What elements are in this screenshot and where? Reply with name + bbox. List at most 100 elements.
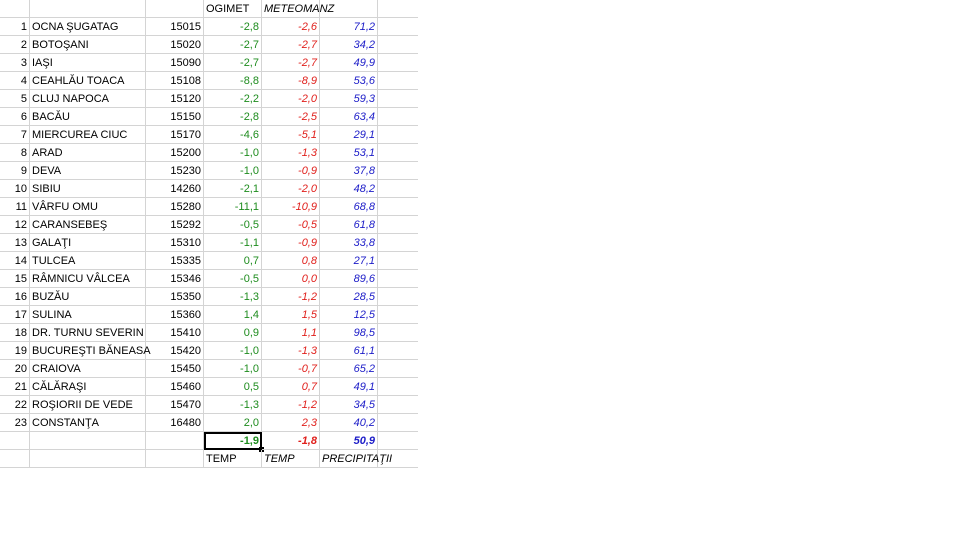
precipitation-cell[interactable]: 53,1 <box>320 144 378 162</box>
meteomanz-temp-cell[interactable]: -2,5 <box>262 108 320 126</box>
cell-empty[interactable] <box>378 342 418 360</box>
ogimet-temp-cell[interactable]: -2,8 <box>204 18 262 36</box>
cell-empty[interactable] <box>0 0 30 18</box>
precipitation-cell[interactable]: 12,5 <box>320 306 378 324</box>
station-code-cell[interactable]: 15280 <box>146 198 204 216</box>
cell-empty[interactable] <box>378 324 418 342</box>
station-number-cell[interactable]: 10 <box>0 180 30 198</box>
station-number-cell[interactable]: 9 <box>0 162 30 180</box>
cell-empty[interactable] <box>378 432 418 450</box>
ogimet-temp-cell[interactable]: -1,1 <box>204 234 262 252</box>
ogimet-temp-cell[interactable]: 0,9 <box>204 324 262 342</box>
station-number-cell[interactable]: 19 <box>0 342 30 360</box>
summary-ogimet-cell[interactable]: -1,9 <box>204 432 264 452</box>
station-code-cell[interactable]: 14260 <box>146 180 204 198</box>
ogimet-temp-cell[interactable]: -1,0 <box>204 144 262 162</box>
footer-meteomanz-label[interactable]: TEMP <box>262 450 320 468</box>
cell-empty[interactable] <box>378 270 418 288</box>
station-number-cell[interactable]: 18 <box>0 324 30 342</box>
meteomanz-temp-cell[interactable]: -1,2 <box>262 288 320 306</box>
cell-empty[interactable] <box>378 90 418 108</box>
meteomanz-temp-cell[interactable]: -8,9 <box>262 72 320 90</box>
ogimet-temp-cell[interactable]: -1,3 <box>204 396 262 414</box>
meteomanz-temp-cell[interactable]: 2,3 <box>262 414 320 432</box>
station-code-cell[interactable]: 15108 <box>146 72 204 90</box>
station-code-cell[interactable]: 15450 <box>146 360 204 378</box>
station-number-cell[interactable]: 7 <box>0 126 30 144</box>
station-number-cell[interactable]: 3 <box>0 54 30 72</box>
station-code-cell[interactable]: 15360 <box>146 306 204 324</box>
cell-empty[interactable] <box>378 180 418 198</box>
precipitation-cell[interactable]: 48,2 <box>320 180 378 198</box>
cell-empty[interactable] <box>378 108 418 126</box>
meteomanz-temp-cell[interactable]: -10,9 <box>262 198 320 216</box>
station-code-cell[interactable]: 15015 <box>146 18 204 36</box>
ogimet-temp-cell[interactable]: -2,8 <box>204 108 262 126</box>
meteomanz-temp-cell[interactable]: -0,9 <box>262 234 320 252</box>
station-name-cell[interactable]: GALAŢI <box>30 234 146 252</box>
cell-empty[interactable] <box>378 0 418 18</box>
cell-empty[interactable] <box>30 432 146 450</box>
cell-empty[interactable] <box>320 0 378 18</box>
meteomanz-temp-cell[interactable]: -2,0 <box>262 180 320 198</box>
ogimet-temp-cell[interactable]: -1,0 <box>204 162 262 180</box>
station-code-cell[interactable]: 15230 <box>146 162 204 180</box>
meteomanz-temp-cell[interactable]: -0,7 <box>262 360 320 378</box>
station-code-cell[interactable]: 15090 <box>146 54 204 72</box>
ogimet-temp-cell[interactable]: -0,5 <box>204 216 262 234</box>
ogimet-temp-cell[interactable]: -4,6 <box>204 126 262 144</box>
meteomanz-temp-cell[interactable]: 0,8 <box>262 252 320 270</box>
station-name-cell[interactable]: BOTOŞANI <box>30 36 146 54</box>
station-number-cell[interactable]: 1 <box>0 18 30 36</box>
station-name-cell[interactable]: OCNA ŞUGATAG <box>30 18 146 36</box>
precipitation-cell[interactable]: 27,1 <box>320 252 378 270</box>
cell-empty[interactable] <box>378 252 418 270</box>
precipitation-cell[interactable]: 40,2 <box>320 414 378 432</box>
precipitation-cell[interactable]: 71,2 <box>320 18 378 36</box>
station-name-cell[interactable]: SIBIU <box>30 180 146 198</box>
station-code-cell[interactable]: 15346 <box>146 270 204 288</box>
station-number-cell[interactable]: 16 <box>0 288 30 306</box>
station-code-cell[interactable]: 15292 <box>146 216 204 234</box>
station-name-cell[interactable]: VÂRFU OMU <box>30 198 146 216</box>
ogimet-temp-cell[interactable]: -2,2 <box>204 90 262 108</box>
station-name-cell[interactable]: ARAD <box>30 144 146 162</box>
footer-ogimet-label[interactable]: TEMP <box>204 450 262 468</box>
station-name-cell[interactable]: CRAIOVA <box>30 360 146 378</box>
station-number-cell[interactable]: 5 <box>0 90 30 108</box>
station-name-cell[interactable]: SULINA <box>30 306 146 324</box>
station-name-cell[interactable]: BACĂU <box>30 108 146 126</box>
precipitation-cell[interactable]: 49,1 <box>320 378 378 396</box>
station-number-cell[interactable]: 11 <box>0 198 30 216</box>
station-name-cell[interactable]: CĂLĂRAŞI <box>30 378 146 396</box>
cell-empty[interactable] <box>378 360 418 378</box>
precipitation-cell[interactable]: 37,8 <box>320 162 378 180</box>
station-code-cell[interactable]: 15170 <box>146 126 204 144</box>
meteomanz-temp-cell[interactable]: 0,0 <box>262 270 320 288</box>
meteomanz-temp-cell[interactable]: -1,3 <box>262 144 320 162</box>
station-number-cell[interactable]: 15 <box>0 270 30 288</box>
precipitation-cell[interactable]: 61,1 <box>320 342 378 360</box>
station-code-cell[interactable]: 15420 <box>146 342 204 360</box>
ogimet-temp-cell[interactable]: 0,5 <box>204 378 262 396</box>
cell-empty[interactable] <box>146 450 204 468</box>
station-name-cell[interactable]: DR. TURNU SEVERIN <box>30 324 146 342</box>
summary-meteomanz-cell[interactable]: -1,8 <box>262 432 320 450</box>
ogimet-temp-cell[interactable]: -1,0 <box>204 342 262 360</box>
cell-empty[interactable] <box>378 54 418 72</box>
cell-empty[interactable] <box>378 162 418 180</box>
station-code-cell[interactable]: 15310 <box>146 234 204 252</box>
cell-empty[interactable] <box>146 0 204 18</box>
station-number-cell[interactable]: 8 <box>0 144 30 162</box>
station-code-cell[interactable]: 15460 <box>146 378 204 396</box>
cell-empty[interactable] <box>0 432 30 450</box>
station-name-cell[interactable]: MIERCUREA CIUC <box>30 126 146 144</box>
meteomanz-temp-cell[interactable]: -2,7 <box>262 54 320 72</box>
meteomanz-temp-cell[interactable]: -1,2 <box>262 396 320 414</box>
ogimet-temp-cell[interactable]: 1,4 <box>204 306 262 324</box>
ogimet-temp-cell[interactable]: -0,5 <box>204 270 262 288</box>
station-number-cell[interactable]: 20 <box>0 360 30 378</box>
station-code-cell[interactable]: 15200 <box>146 144 204 162</box>
station-code-cell[interactable]: 15150 <box>146 108 204 126</box>
station-code-cell[interactable]: 15470 <box>146 396 204 414</box>
